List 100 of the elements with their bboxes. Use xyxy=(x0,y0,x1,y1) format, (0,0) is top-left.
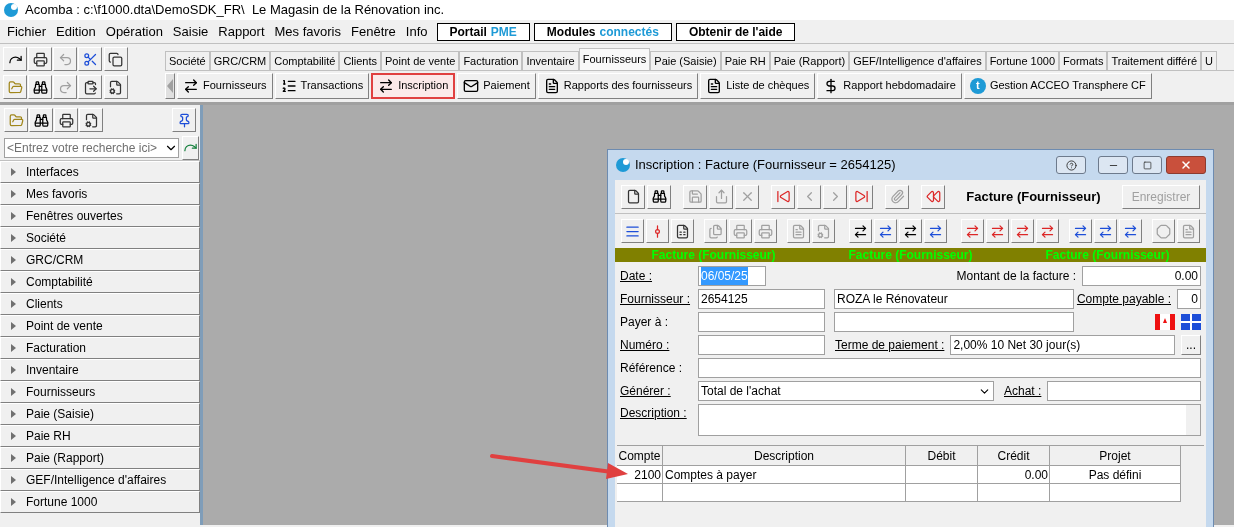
maximize-button[interactable] xyxy=(1132,156,1162,174)
arrows-button[interactable] xyxy=(924,219,948,243)
module-tab[interactable]: Clients xyxy=(339,51,382,70)
pin-button[interactable] xyxy=(172,108,196,132)
properties-button[interactable] xyxy=(103,75,128,99)
arrows-button[interactable] xyxy=(873,219,897,243)
arrows-button[interactable] xyxy=(1094,219,1118,243)
binoculars-button[interactable] xyxy=(28,75,53,99)
printer-button[interactable] xyxy=(28,47,53,71)
delete-button[interactable] xyxy=(735,184,759,209)
arrows-button[interactable] xyxy=(899,219,923,243)
amount-field[interactable]: 0.00 xyxy=(1082,266,1201,286)
module-tab[interactable]: Facturation xyxy=(459,51,523,70)
sidebar-item[interactable]: Interfaces xyxy=(0,161,200,183)
paperclip-button[interactable] xyxy=(885,184,909,209)
module-button[interactable]: Inscription xyxy=(371,72,456,99)
number-field[interactable] xyxy=(698,335,825,355)
menu-item[interactable]: Fichier xyxy=(2,21,51,42)
undo-button[interactable] xyxy=(53,47,78,71)
module-tab[interactable]: Inventaire xyxy=(522,51,579,70)
module-button[interactable]: Paiement xyxy=(457,72,536,99)
redo-button[interactable] xyxy=(53,75,78,99)
sidebar-item[interactable]: GRC/CRM xyxy=(0,249,200,271)
scroll-left-button[interactable] xyxy=(165,72,175,99)
menu-link-button[interactable]: Modules connectés xyxy=(533,22,672,41)
supplier-name-field[interactable]: ROZA le Rénovateur xyxy=(834,289,1074,309)
description-field[interactable] xyxy=(698,404,1201,436)
purchase-field[interactable] xyxy=(1047,381,1201,401)
split-button[interactable] xyxy=(646,219,670,243)
module-tab[interactable]: Paie (Saisie) xyxy=(650,51,721,70)
sidebar-item[interactable]: Fournisseurs xyxy=(0,381,200,403)
module-tab[interactable]: Paie RH xyxy=(720,51,770,70)
save-button[interactable] xyxy=(683,184,707,209)
menu-item[interactable]: Edition xyxy=(51,21,101,42)
generate-dropdown[interactable]: Total de l'achat xyxy=(698,381,994,401)
sidebar-item[interactable]: Fortune 1000 xyxy=(0,491,200,513)
sidebar-item[interactable]: Paie (Rapport) xyxy=(0,447,200,469)
properties-button[interactable] xyxy=(79,108,103,132)
module-button[interactable]: Transactions xyxy=(274,72,370,99)
sidebar-item[interactable]: Paie (Saisie) xyxy=(0,403,200,425)
pay-to-field[interactable] xyxy=(698,312,825,332)
supplier-code-field[interactable]: 2654125 xyxy=(698,289,825,309)
menu-item[interactable]: Rapport xyxy=(213,21,270,42)
menu-item[interactable]: Opération xyxy=(100,21,168,42)
module-button[interactable]: Fournisseurs xyxy=(177,72,273,99)
module-tab[interactable]: Fournisseurs xyxy=(578,48,651,70)
module-tab[interactable]: GEF/Intelligence d'affaires xyxy=(849,51,986,70)
previous-button[interactable] xyxy=(797,184,821,209)
last-button[interactable] xyxy=(849,184,873,209)
module-button[interactable]: Rapports des fournisseurs xyxy=(537,72,699,99)
help-button[interactable] xyxy=(1056,156,1086,174)
binoculars-button[interactable] xyxy=(29,108,53,132)
menu-item[interactable]: Fenêtre xyxy=(346,21,401,42)
next-button[interactable] xyxy=(823,184,847,209)
module-tab[interactable]: Traitement différé xyxy=(1107,51,1201,70)
pay-to-address-field[interactable] xyxy=(834,312,1074,332)
scrollbar[interactable] xyxy=(1186,405,1200,435)
sidebar-item[interactable]: Comptabilité xyxy=(0,271,200,293)
module-button[interactable]: Rapport hebdomadaire xyxy=(817,72,962,99)
module-tab[interactable]: Point de vente xyxy=(381,51,460,70)
paste-button[interactable] xyxy=(78,75,103,99)
menu-link-button[interactable]: Portail PME xyxy=(436,22,530,41)
go-arrow-button[interactable] xyxy=(182,135,199,160)
sidebar-item[interactable]: Paie RH xyxy=(0,425,200,447)
sidebar-item[interactable]: Clients xyxy=(0,293,200,315)
sidebar-item[interactable]: Société xyxy=(0,227,200,249)
module-tab[interactable]: Formats xyxy=(1059,51,1108,70)
scissors-button[interactable] xyxy=(78,47,103,71)
sidebar-item[interactable]: Fenêtres ouvertes xyxy=(0,205,200,227)
module-tab[interactable]: GRC/CRM xyxy=(209,51,271,70)
stop-button[interactable] xyxy=(1151,219,1176,243)
module-tab[interactable]: Comptabilité xyxy=(270,51,340,70)
folder-button[interactable] xyxy=(4,108,28,132)
lines-button[interactable] xyxy=(621,219,645,243)
report-button[interactable] xyxy=(671,219,695,243)
binoculars-button[interactable] xyxy=(647,184,671,209)
sidebar-item[interactable]: Inventaire xyxy=(0,359,200,381)
sidebar-item[interactable]: Mes favoris xyxy=(0,183,200,205)
copies-button[interactable] xyxy=(704,219,728,243)
reference-field[interactable] xyxy=(698,358,1201,378)
menu-item[interactable]: Saisie xyxy=(167,21,214,42)
menu-item[interactable]: Info xyxy=(400,21,433,42)
new-document-button[interactable] xyxy=(621,184,645,209)
sidebar-item[interactable]: GEF/Intelligence d'affaires xyxy=(0,469,200,491)
module-tab[interactable]: Société xyxy=(165,51,210,70)
terms-field[interactable]: 2,00% 10 Net 30 jour(s) xyxy=(950,335,1175,355)
arrows-button[interactable] xyxy=(848,219,872,243)
close-button[interactable] xyxy=(1166,156,1206,174)
search-field[interactable]: <Entrez votre recherche ici> xyxy=(5,138,164,157)
printer-button[interactable] xyxy=(54,108,78,132)
rewind-button[interactable] xyxy=(921,184,945,209)
document-button[interactable] xyxy=(787,219,811,243)
arrows-button[interactable] xyxy=(1119,219,1143,243)
module-tab[interactable]: U xyxy=(1201,51,1217,70)
sidebar-item[interactable]: Point de vente xyxy=(0,315,200,337)
export-button[interactable] xyxy=(709,184,733,209)
first-button[interactable] xyxy=(771,184,795,209)
folder-button[interactable] xyxy=(3,75,27,99)
sidebar-item[interactable]: Facturation xyxy=(0,337,200,359)
menu-link-button[interactable]: Obtenir de l'aide xyxy=(675,22,796,41)
